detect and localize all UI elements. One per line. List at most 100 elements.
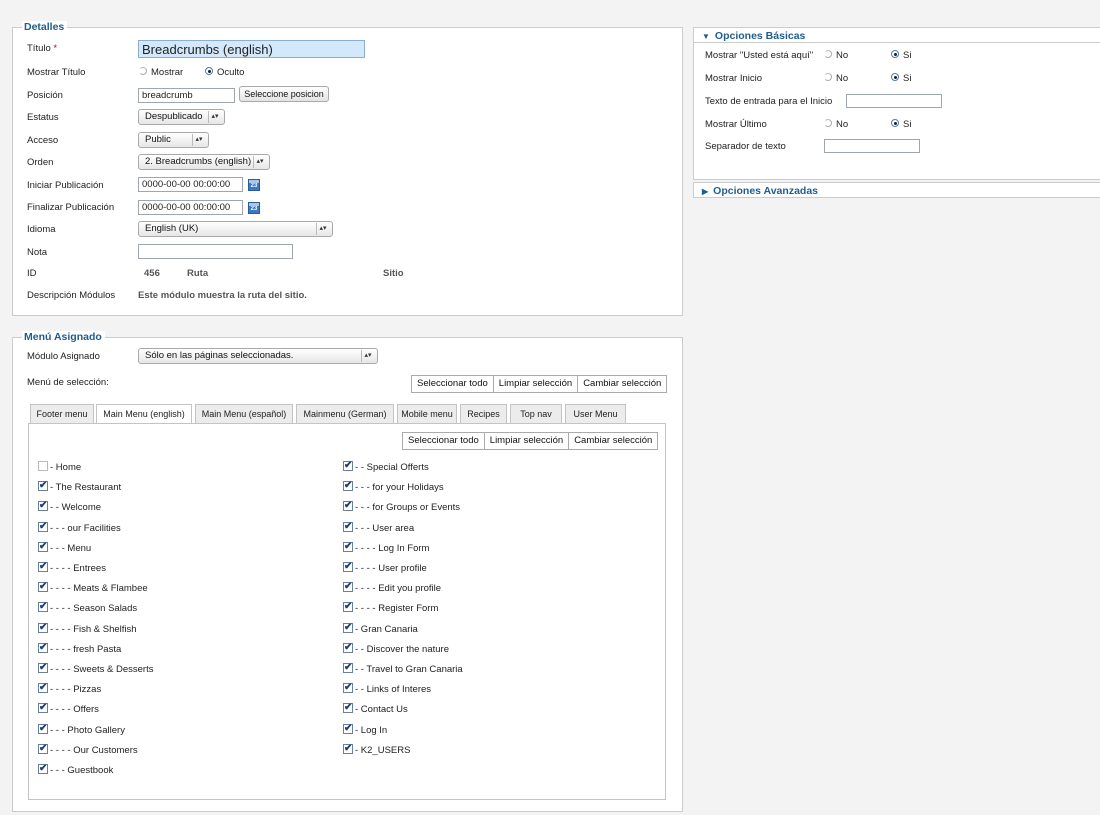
- checkbox-checked-icon[interactable]: ✔: [38, 521, 48, 532]
- calendar-icon[interactable]: 23: [248, 179, 260, 191]
- menu-item-label: - K2_USERS: [355, 744, 411, 756]
- checkbox-checked-icon[interactable]: ✔: [343, 501, 353, 512]
- checkbox-checked-icon[interactable]: ✔: [343, 562, 353, 572]
- checkbox-checked-icon[interactable]: ✔: [38, 622, 48, 633]
- checkbox-checked-icon[interactable]: ✔: [343, 541, 353, 552]
- checkbox-checked-icon[interactable]: ✔: [38, 723, 48, 734]
- checkbox-checked-icon[interactable]: ✔: [343, 461, 353, 471]
- checkbox-checked-icon[interactable]: ✔: [343, 481, 353, 492]
- menu-item-label: - - - - Sweets & Desserts: [50, 664, 154, 675]
- acceso-label: Acceso: [27, 135, 59, 146]
- tab-main-menu-english[interactable]: Main Menu (english): [96, 404, 192, 424]
- limpiar-seleccion-button[interactable]: Limpiar selección: [493, 375, 579, 393]
- nota-input[interactable]: [138, 244, 293, 259]
- checkbox-checked-icon[interactable]: ✔: [38, 642, 48, 653]
- modulo-asignado-select[interactable]: Sólo en las páginas seleccionadas. ▴▾: [138, 348, 378, 364]
- checkbox-checked-icon[interactable]: ✔: [343, 602, 353, 613]
- iniciar-publicacion-input[interactable]: [138, 177, 243, 192]
- menu-item-label: - - - - Register Form: [355, 603, 439, 615]
- checkbox-checked-icon[interactable]: ✔: [38, 663, 48, 673]
- titulo-input[interactable]: [138, 40, 365, 58]
- checkbox-checked-icon[interactable]: ✔: [343, 703, 353, 714]
- mostrar-radio[interactable]: [139, 67, 147, 75]
- detalles-fieldset: [12, 27, 683, 316]
- checkbox-checked-icon[interactable]: ✔: [343, 723, 353, 734]
- select-arrows-icon: ▴▾: [316, 223, 329, 235]
- usted-no-label: No: [836, 50, 849, 61]
- inicio-no-radio[interactable]: [824, 73, 832, 81]
- menu-seleccion-label: Menú de selección:: [27, 377, 109, 388]
- mostrar-option-label: Mostrar: [151, 67, 184, 78]
- checkbox-checked-icon[interactable]: ✔: [38, 501, 48, 512]
- opciones-avanzadas-header[interactable]: ▶ Opciones Avanzadas: [693, 182, 1100, 198]
- checkbox-checked-icon[interactable]: ✔: [38, 703, 48, 714]
- usted-si-label: Si: [903, 50, 912, 61]
- ruta-label: Ruta: [187, 268, 209, 279]
- checkbox-checked-icon[interactable]: ✔: [38, 743, 48, 754]
- finalizar-publicacion-label: Finalizar Publicación: [27, 202, 115, 213]
- ultimo-no-radio[interactable]: [824, 119, 832, 127]
- checkbox-checked-icon[interactable]: ✔: [343, 663, 353, 673]
- tab-mainmenu-german[interactable]: Mainmenu (German): [296, 404, 394, 423]
- estatus-select[interactable]: Despublicado ▴▾: [138, 109, 225, 125]
- opciones-basicas-header[interactable]: ▼ Opciones Básicas: [694, 28, 1100, 43]
- orden-label: Orden: [27, 157, 54, 168]
- idioma-select[interactable]: English (UK) ▴▾: [138, 221, 333, 237]
- menu-item-label: - - - - Meats & Flambee: [50, 583, 148, 595]
- select-arrows-icon: ▴▾: [208, 111, 221, 123]
- oculto-radio[interactable]: [205, 67, 213, 75]
- usted-no-radio[interactable]: [824, 50, 832, 58]
- inicio-si-radio[interactable]: [891, 73, 899, 81]
- checkbox-checked-icon[interactable]: ✔: [38, 582, 48, 593]
- tab-footer-menu[interactable]: Footer menu: [30, 404, 94, 423]
- calendar-icon[interactable]: 23: [248, 202, 260, 214]
- seleccione-posicion-button[interactable]: Seleccione posicion: [239, 86, 329, 102]
- checkbox-checked-icon[interactable]: ✔: [38, 683, 48, 694]
- menu-item-label: - - Travel to Gran Canaria: [355, 664, 463, 675]
- separador-input[interactable]: [824, 139, 920, 153]
- ultimo-si-label: Si: [903, 119, 912, 130]
- triangle-down-icon: ▼: [702, 32, 710, 41]
- tab-top-nav[interactable]: Top nav: [510, 404, 562, 423]
- usted-si-radio[interactable]: [891, 50, 899, 58]
- cambiar-seleccion-button[interactable]: Cambiar selección: [578, 375, 668, 393]
- tab-mobile-menu[interactable]: Mobile menu: [397, 404, 457, 423]
- descripcion-value: Este módulo muestra la ruta del sitio.: [138, 290, 307, 301]
- mostrar-inicio-label: Mostrar Inicio: [705, 73, 763, 84]
- ultimo-si-radio[interactable]: [891, 119, 899, 127]
- tab-seleccionar-todo-button[interactable]: Seleccionar todo: [402, 432, 485, 450]
- menu-item-label: - - - - Log In Form: [355, 542, 430, 554]
- tab-user-menu[interactable]: User Menu: [565, 404, 626, 423]
- detalles-legend: Detalles: [22, 21, 68, 33]
- menu-item-label: - - - - Season Salads: [50, 603, 138, 615]
- tab-recipes[interactable]: Recipes: [460, 404, 507, 423]
- tab-main-menu-espanol[interactable]: Main Menu (español): [195, 404, 293, 423]
- menu-item-label: - - - - Pizzas: [50, 684, 102, 696]
- checkbox-checked-icon[interactable]: ✔: [38, 562, 48, 572]
- checkbox-checked-icon[interactable]: ✔: [38, 602, 48, 613]
- orden-select[interactable]: 2. Breadcrumbs (english) ▴▾: [138, 154, 270, 170]
- global-selection-buttons: Seleccionar todo Limpiar selección Cambi…: [411, 375, 668, 393]
- checkbox-checked-icon[interactable]: ✔: [38, 541, 48, 552]
- checkbox-checked-icon[interactable]: ✔: [343, 622, 353, 633]
- finalizar-publicacion-input[interactable]: [138, 200, 243, 215]
- checkbox-checked-icon[interactable]: ✔: [343, 582, 353, 593]
- checkbox-checked-icon[interactable]: ✔: [343, 521, 353, 532]
- estatus-label: Estatus: [27, 112, 59, 123]
- tab-limpiar-seleccion-button[interactable]: Limpiar selección: [484, 432, 570, 450]
- menu-asignado-legend: Menú Asignado: [22, 331, 105, 343]
- menu-item-label: - - - - Our Customers: [50, 744, 138, 756]
- checkbox-checked-icon[interactable]: ✔: [38, 481, 48, 492]
- mostrar-usted-label: Mostrar "Usted está aquí": [705, 50, 814, 61]
- checkbox-checked-icon[interactable]: ✔: [38, 764, 48, 774]
- menu-item-label: - Gran Canaria: [355, 623, 418, 635]
- checkbox-checked-icon[interactable]: ✔: [343, 743, 353, 754]
- texto-inicio-input[interactable]: [846, 94, 942, 108]
- posicion-input[interactable]: [138, 88, 235, 103]
- checkbox-checked-icon[interactable]: ✔: [343, 683, 353, 694]
- tab-cambiar-seleccion-button[interactable]: Cambiar selección: [569, 432, 659, 450]
- seleccionar-todo-button[interactable]: Seleccionar todo: [411, 375, 494, 393]
- checkbox-checked-icon[interactable]: ✔: [343, 642, 353, 653]
- acceso-select[interactable]: Public ▴▾: [138, 132, 209, 148]
- checkbox-unchecked-icon[interactable]: [38, 461, 48, 471]
